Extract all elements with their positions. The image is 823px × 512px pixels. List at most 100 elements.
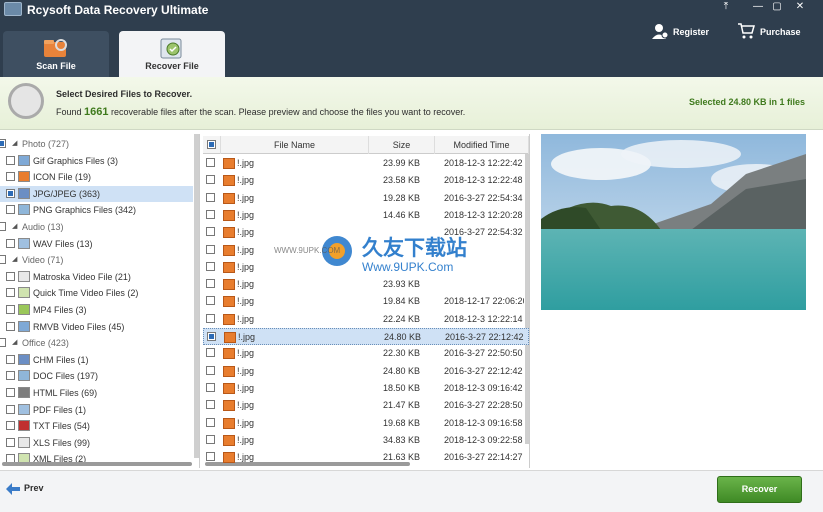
table-row[interactable]: !.jpg 24.80 KB 2016-3-27 22:12:42 (203, 328, 529, 345)
purchase-link[interactable]: Purchase (760, 27, 801, 37)
file-type-checkbox[interactable] (6, 188, 15, 198)
row-checkbox[interactable] (206, 296, 215, 306)
file-type-checkbox[interactable] (6, 371, 15, 381)
row-checkbox[interactable] (206, 313, 215, 323)
footer-bar: Prev Recover (0, 470, 823, 512)
row-checkbox[interactable] (206, 192, 215, 202)
tree-item[interactable]: DOC Files (197) (0, 368, 193, 384)
column-file-name[interactable]: File Name (221, 136, 369, 154)
file-type-icon (18, 154, 30, 166)
file-list[interactable]: File Name Size Modified Time !.jpg 23.99 … (203, 134, 530, 468)
table-row[interactable]: !.jpg 34.83 KB 2018-12-3 09:22:58 (203, 432, 529, 449)
close-button[interactable]: ✕ (790, 0, 810, 14)
back-arrow-icon (6, 482, 20, 495)
table-row[interactable]: !.jpg 22.24 KB 2018-12-3 12:22:14 (203, 311, 529, 328)
maximize-button[interactable]: ▢ (767, 0, 787, 14)
table-row[interactable]: !.jpg 22.30 KB 2016-3-27 22:50:50 (203, 345, 529, 362)
tree-category[interactable]: ◢ Audio (13) (0, 219, 193, 235)
row-checkbox[interactable] (206, 158, 215, 167)
table-row[interactable]: !.jpg 21.47 KB 2016-3-27 22:28:50 (203, 397, 529, 414)
tree-item[interactable]: Matroska Video File (21) (0, 269, 193, 285)
tree-item[interactable]: JPG/JPEG (363) (0, 185, 193, 202)
tree-hscroll[interactable] (2, 462, 192, 466)
file-type-checkbox[interactable] (6, 404, 15, 414)
file-type-checkbox[interactable] (6, 288, 15, 298)
file-type-checkbox[interactable] (6, 172, 15, 182)
tree-category[interactable]: ◢ Video (71) (0, 252, 193, 268)
file-type-checkbox[interactable] (6, 388, 15, 397)
table-row[interactable]: !.jpg 23.99 KB 2018-12-3 12:22:42 (203, 155, 529, 172)
tree-category[interactable]: ◢ Office (423) (0, 335, 193, 351)
tree-item[interactable]: XLS Files (99) (0, 435, 193, 451)
tab-scan-file[interactable]: Scan File (3, 31, 109, 77)
expand-triangle-icon[interactable]: ◢ (12, 335, 17, 351)
row-checkbox[interactable] (207, 332, 216, 341)
row-checkbox[interactable] (206, 400, 215, 410)
file-type-checkbox[interactable] (6, 271, 15, 281)
file-type-checkbox[interactable] (6, 205, 15, 215)
table-row[interactable]: !.jpg 18.50 KB 2018-12-3 09:16:42 (203, 380, 529, 397)
expand-triangle-icon[interactable]: ◢ (12, 252, 17, 268)
row-checkbox[interactable] (206, 365, 215, 375)
row-checkbox[interactable] (206, 209, 215, 219)
row-checkbox[interactable] (206, 382, 215, 392)
row-checkbox[interactable] (206, 244, 215, 254)
tree-item[interactable]: Gif Graphics Files (3) (0, 153, 193, 169)
expand-triangle-icon[interactable]: ◢ (12, 136, 17, 152)
file-type-checkbox[interactable] (6, 238, 15, 248)
column-size[interactable]: Size (369, 136, 435, 154)
file-type-checkbox[interactable] (6, 155, 15, 165)
tree-item-label: DOC Files (197) (33, 371, 99, 382)
file-type-checkbox[interactable] (6, 321, 15, 331)
tree-item[interactable]: ICON File (19) (0, 169, 193, 185)
tree-vscroll[interactable] (194, 134, 199, 458)
jpg-file-icon (223, 382, 235, 394)
tree-item[interactable]: HTML Files (69) (0, 385, 193, 401)
row-checkbox[interactable] (206, 417, 215, 427)
tree-item[interactable]: RMVB Video Files (45) (0, 319, 193, 335)
row-checkbox[interactable] (206, 227, 215, 237)
tree-item[interactable]: TXT Files (54) (0, 418, 193, 434)
file-type-checkbox[interactable] (6, 354, 15, 364)
table-row[interactable]: !.jpg 21.63 KB 2016-3-27 22:14:27 (203, 449, 529, 466)
category-checkbox[interactable] (0, 139, 6, 148)
minimize-to-tray-icon[interactable]: ⤒ (716, 0, 736, 14)
row-checkbox[interactable] (206, 434, 215, 444)
table-row[interactable]: !.jpg 19.28 KB 2016-3-27 22:54:34 (203, 190, 529, 207)
tree-category[interactable]: ◢ Photo (727) (0, 136, 193, 152)
select-all-checkbox[interactable] (203, 136, 221, 154)
file-name-cell: !.jpg (237, 434, 255, 445)
row-checkbox[interactable] (206, 348, 215, 358)
file-type-tree[interactable]: ◢ Photo (727) Gif Graphics Files (3) ICON F… (0, 134, 200, 468)
tab-recover-file[interactable]: Recover File (119, 31, 225, 77)
table-row[interactable]: !.jpg 23.93 KB (203, 276, 529, 293)
tree-item[interactable]: PDF Files (1) (0, 402, 193, 418)
row-checkbox[interactable] (206, 175, 215, 185)
prev-button[interactable]: Prev (6, 479, 44, 497)
file-type-checkbox[interactable] (6, 421, 15, 431)
file-type-checkbox[interactable] (6, 437, 15, 447)
tree-item[interactable]: MP4 Files (3) (0, 302, 193, 318)
recover-button[interactable]: Recover (717, 476, 802, 503)
table-row[interactable]: !.jpg 19.68 KB 2018-12-3 09:16:58 (203, 415, 529, 432)
table-row[interactable]: !.jpg 23.58 KB 2018-12-3 12:22:48 (203, 172, 529, 189)
minimize-button[interactable]: — (748, 0, 768, 14)
category-checkbox[interactable] (0, 255, 6, 265)
column-modified-time[interactable]: Modified Time (435, 136, 529, 154)
category-checkbox[interactable] (0, 222, 6, 231)
row-checkbox[interactable] (206, 452, 215, 462)
row-checkbox[interactable] (206, 279, 215, 289)
file-type-checkbox[interactable] (6, 305, 15, 314)
table-row[interactable]: !.jpg 24.80 KB 2016-3-27 22:12:42 (203, 363, 529, 380)
file-size-cell: 22.30 KB (383, 348, 421, 359)
category-checkbox[interactable] (0, 338, 6, 348)
expand-triangle-icon[interactable]: ◢ (12, 219, 17, 235)
tree-item[interactable]: PNG Graphics Files (342) (0, 202, 193, 218)
row-checkbox[interactable] (206, 261, 215, 271)
table-row[interactable]: !.jpg 19.84 KB 2018-12-17 22:06:20 (203, 293, 529, 310)
tree-item[interactable]: Quick Time Video Files (2) (0, 285, 193, 301)
tree-item[interactable]: CHM Files (1) (0, 352, 193, 368)
tree-item[interactable]: WAV Files (13) (0, 236, 193, 252)
table-row[interactable]: !.jpg 14.46 KB 2018-12-3 12:20:28 (203, 207, 529, 224)
register-link[interactable]: Register (673, 27, 709, 37)
